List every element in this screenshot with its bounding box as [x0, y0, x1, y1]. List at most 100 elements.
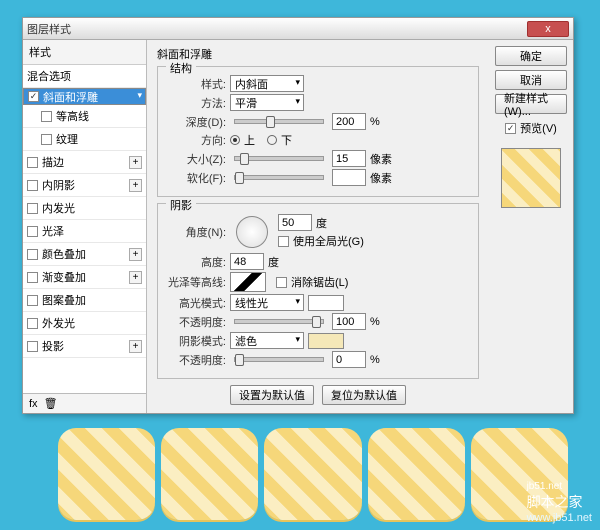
sidebar-item-1[interactable]: 等高线 [23, 105, 146, 128]
shadow-opacity-label: 不透明度: [166, 352, 226, 368]
effect-label: 图案叠加 [42, 292, 86, 308]
technique-select[interactable]: 平滑 [230, 94, 304, 111]
layer-style-dialog: 图层样式 x 样式 混合选项 ✓ 斜面和浮雕等高线纹理描边 + 内阴影 + 内发光光泽颜色… [22, 17, 574, 414]
altitude-label: 高度: [166, 254, 226, 270]
effect-checkbox[interactable] [41, 134, 52, 145]
sidebar-item-6[interactable]: 光泽 [23, 220, 146, 243]
effect-checkbox[interactable] [27, 157, 38, 168]
sweet-text-art [58, 426, 568, 522]
add-icon[interactable]: + [129, 271, 142, 284]
titlebar[interactable]: 图层样式 x [23, 18, 573, 40]
add-icon[interactable]: + [129, 340, 142, 353]
effect-label: 描边 [42, 154, 64, 170]
depth-input[interactable]: 200 [332, 113, 366, 130]
sidebar-item-0[interactable]: ✓ 斜面和浮雕 [23, 88, 146, 105]
altitude-input[interactable]: 48 [230, 253, 264, 270]
sidebar-item-3[interactable]: 描边 + [23, 151, 146, 174]
sidebar-item-9[interactable]: 图案叠加 [23, 289, 146, 312]
settings-panel: 斜面和浮雕 结构 样式:内斜面 方法:平滑 深度(D):200% 方向:上下 大… [147, 40, 489, 413]
highlight-mode-select[interactable]: 线性光 [230, 294, 304, 311]
cancel-button[interactable]: 取消 [495, 70, 567, 90]
dialog-body: 样式 混合选项 ✓ 斜面和浮雕等高线纹理描边 + 内阴影 + 内发光光泽颜色叠加+渐变叠加… [23, 40, 573, 413]
effects-sidebar: 样式 混合选项 ✓ 斜面和浮雕等高线纹理描边 + 内阴影 + 内发光光泽颜色叠加+渐变叠加… [23, 40, 147, 413]
effect-checkbox[interactable] [27, 295, 38, 306]
size-slider[interactable] [234, 156, 324, 161]
make-default-button[interactable]: 设置为默认值 [230, 385, 314, 405]
effect-checkbox[interactable] [41, 111, 52, 122]
angle-label: 角度(N): [166, 224, 226, 240]
sidebar-item-10[interactable]: 外发光 [23, 312, 146, 335]
effect-checkbox[interactable] [27, 318, 38, 329]
sidebar-item-5[interactable]: 内发光 [23, 197, 146, 220]
effect-checkbox[interactable] [27, 272, 38, 283]
shading-group: 阴影 角度(N): 50度 使用全局光(G) 高度:48度 光泽等高线:消除锯齿… [157, 203, 479, 379]
fx-icon[interactable]: fx [29, 398, 38, 410]
shadow-mode-select[interactable]: 滤色 [230, 332, 304, 349]
antialias-checkbox[interactable] [276, 277, 287, 288]
shadow-opacity-input[interactable]: 0 [332, 351, 366, 368]
letter-e [264, 428, 361, 520]
highlight-opacity-input[interactable]: 100 [332, 313, 366, 330]
sidebar-footer: fx 🗑 [23, 393, 146, 413]
global-light-checkbox[interactable] [278, 236, 289, 247]
preview-checkbox[interactable]: ✓ [505, 123, 516, 134]
soften-slider[interactable] [234, 175, 324, 180]
new-style-button[interactable]: 新建样式(W)... [495, 94, 567, 114]
sidebar-item-11[interactable]: 投影 + [23, 335, 146, 358]
blend-label: 混合选项 [27, 68, 71, 84]
effect-checkbox[interactable]: ✓ [28, 91, 39, 102]
sidebar-item-7[interactable]: 颜色叠加+ [23, 243, 146, 266]
shadow-opacity-slider[interactable] [234, 357, 324, 362]
reset-default-button[interactable]: 复位为默认值 [322, 385, 406, 405]
close-button[interactable]: x [527, 21, 569, 37]
letter-s [58, 428, 155, 520]
add-icon[interactable]: + [129, 248, 142, 261]
effect-checkbox[interactable] [27, 180, 38, 191]
watermark: jb51.net 脚本之家 www.jb51.net [527, 481, 592, 524]
soften-input[interactable] [332, 169, 366, 186]
gloss-label: 光泽等高线: [166, 274, 226, 290]
effect-checkbox[interactable] [27, 203, 38, 214]
highlight-opacity-slider[interactable] [234, 319, 324, 324]
highlight-mode-label: 高光模式: [166, 295, 226, 311]
effect-checkbox[interactable] [27, 226, 38, 237]
effect-label: 外发光 [42, 315, 75, 331]
highlight-opacity-label: 不透明度: [166, 314, 226, 330]
ok-button[interactable]: 确定 [495, 46, 567, 66]
effect-label: 光泽 [42, 223, 64, 239]
effect-checkbox[interactable] [27, 341, 38, 352]
effect-label: 斜面和浮雕 [43, 89, 98, 105]
effect-label: 内阴影 [42, 177, 75, 193]
sidebar-item-blend[interactable]: 混合选项 [23, 65, 146, 88]
structure-label: 结构 [166, 60, 196, 76]
sidebar-item-4[interactable]: 内阴影 + [23, 174, 146, 197]
default-buttons-row: 设置为默认值 复位为默认值 [157, 385, 479, 405]
angle-dial[interactable] [236, 216, 268, 248]
letter-w [161, 428, 258, 520]
dir-down-radio[interactable] [267, 135, 277, 145]
add-icon[interactable]: + [129, 179, 142, 192]
letter-e2 [368, 428, 465, 520]
dir-up-radio[interactable] [230, 135, 240, 145]
gloss-contour[interactable] [230, 272, 266, 292]
window-title: 图层样式 [27, 21, 71, 37]
sidebar-item-2[interactable]: 纹理 [23, 128, 146, 151]
shadow-mode-label: 阴影模式: [166, 333, 226, 349]
technique-label: 方法: [166, 95, 226, 111]
add-icon[interactable]: + [129, 156, 142, 169]
trash-icon[interactable]: 🗑 [44, 397, 58, 410]
size-input[interactable]: 15 [332, 150, 366, 167]
angle-input[interactable]: 50 [278, 214, 312, 231]
effect-label: 纹理 [56, 131, 78, 147]
shadow-color[interactable] [308, 333, 344, 349]
preview-swatch [501, 148, 561, 208]
effect-checkbox[interactable] [27, 249, 38, 260]
highlight-color[interactable] [308, 295, 344, 311]
sidebar-item-8[interactable]: 渐变叠加+ [23, 266, 146, 289]
sidebar-header: 样式 [23, 40, 146, 65]
depth-label: 深度(D): [166, 114, 226, 130]
style-label: 样式: [166, 76, 226, 92]
style-select[interactable]: 内斜面 [230, 75, 304, 92]
depth-slider[interactable] [234, 119, 324, 124]
effect-label: 投影 [42, 338, 64, 354]
